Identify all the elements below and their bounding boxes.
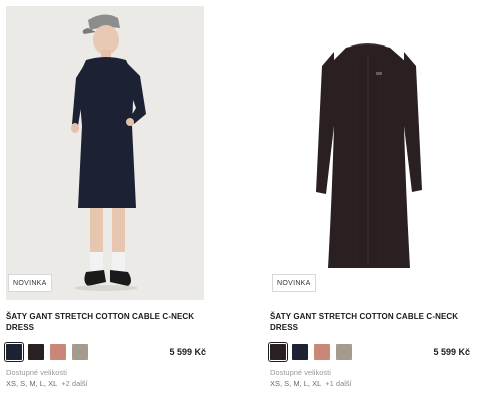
model-photo-illustration — [71, 14, 146, 291]
new-badge: NOVINKA — [272, 274, 316, 292]
product-title[interactable]: ŠATY GANT STRETCH COTTON CABLE C-NECK DR… — [270, 311, 470, 333]
available-sizes: XS, S, M, L, XL +2 další — [6, 379, 88, 388]
color-swatches — [267, 341, 352, 363]
color-swatch-black[interactable] — [267, 341, 289, 363]
availability-label: Dostupné velikosti — [6, 368, 67, 377]
new-badge: NOVINKA — [8, 274, 52, 292]
color-swatch-navy[interactable] — [3, 341, 25, 363]
product-card[interactable]: NOVINKA ŠATY GANT STRETCH COTTON CABLE C… — [267, 0, 470, 400]
color-swatch-pink[interactable] — [314, 344, 330, 360]
color-swatches — [3, 341, 88, 363]
color-swatch-black[interactable] — [28, 344, 44, 360]
availability-label: Dostupné velikosti — [270, 368, 331, 377]
product-price: 5 599 Kč — [433, 347, 470, 357]
product-card[interactable]: NOVINKA ŠATY GANT STRETCH COTTON CABLE C… — [3, 0, 206, 400]
dress-photo-illustration — [316, 43, 422, 268]
color-swatch-navy[interactable] — [292, 344, 308, 360]
sizes-list: XS, S, M, L, XL — [270, 379, 322, 388]
product-image-packshot[interactable]: NOVINKA — [270, 6, 468, 300]
sizes-list: XS, S, M, L, XL — [6, 379, 58, 388]
more-sizes-link[interactable]: +2 další — [61, 379, 87, 388]
product-image-model[interactable]: NOVINKA — [6, 6, 204, 300]
color-swatch-taupe[interactable] — [72, 344, 88, 360]
more-sizes-link[interactable]: +1 další — [325, 379, 351, 388]
product-price: 5 599 Kč — [169, 347, 206, 357]
available-sizes: XS, S, M, L, XL +1 další — [270, 379, 352, 388]
color-swatch-pink[interactable] — [50, 344, 66, 360]
color-swatch-taupe[interactable] — [336, 344, 352, 360]
product-title[interactable]: ŠATY GANT STRETCH COTTON CABLE C-NECK DR… — [6, 311, 206, 333]
